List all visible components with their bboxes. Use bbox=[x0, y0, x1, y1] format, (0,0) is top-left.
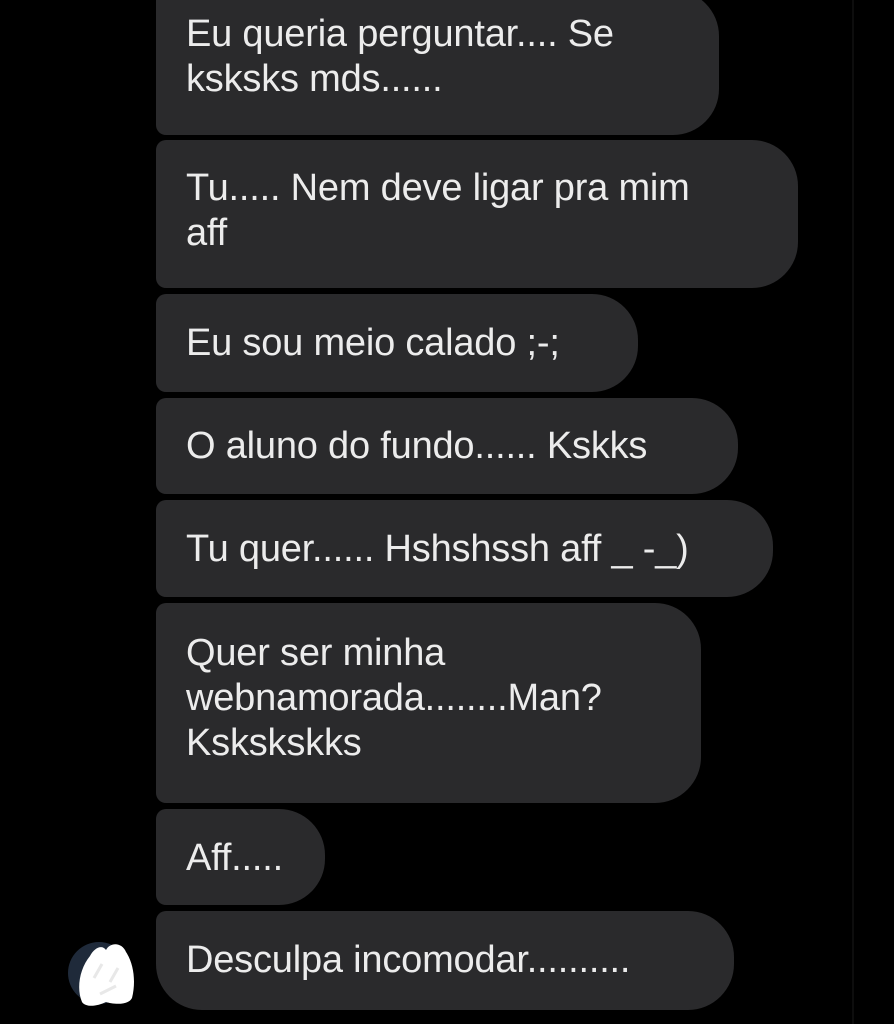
chat-thread: Eu queria perguntar.... Se ksksks mds...… bbox=[0, 0, 894, 1024]
message-bubble[interactable]: O aluno do fundo...... Kskks bbox=[156, 398, 738, 494]
message-bubble[interactable]: Aff..... bbox=[156, 809, 325, 905]
message-bubble[interactable]: Tu..... Nem deve ligar pra mim aff bbox=[156, 140, 798, 288]
scroll-edge bbox=[852, 0, 854, 1024]
message-bubble[interactable]: Tu quer...... Hshshssh aff _ -_) bbox=[156, 500, 773, 597]
message-bubble[interactable]: Quer ser minha webnamorada........Man? K… bbox=[156, 603, 701, 803]
message-bubble[interactable]: Desculpa incomodar.......... bbox=[156, 911, 734, 1010]
avatar[interactable] bbox=[68, 938, 138, 1008]
message-bubble[interactable]: Eu sou meio calado ;-; bbox=[156, 294, 638, 392]
avatar-redaction-scribble bbox=[79, 944, 134, 1006]
message-bubble[interactable]: Eu queria perguntar.... Se ksksks mds...… bbox=[156, 0, 719, 135]
